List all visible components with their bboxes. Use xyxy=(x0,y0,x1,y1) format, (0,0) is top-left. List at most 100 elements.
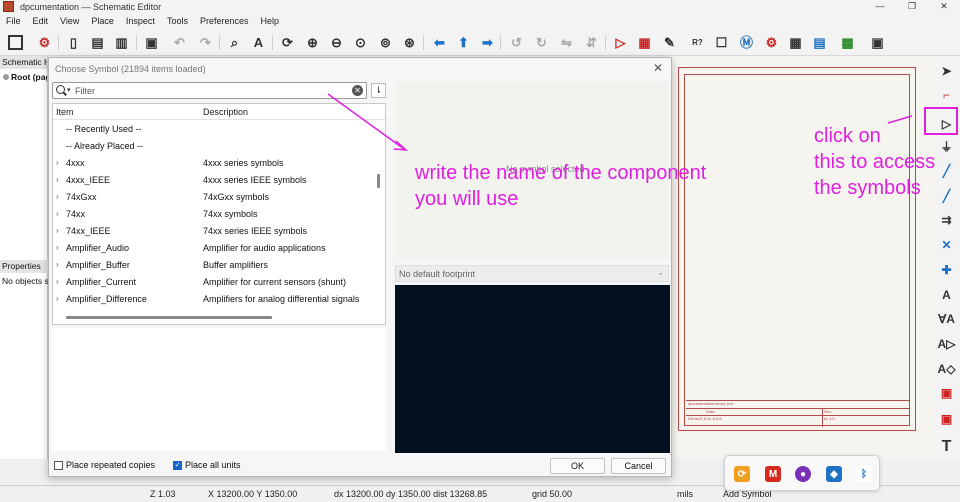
table-icon[interactable]: ▦ xyxy=(786,33,805,52)
clear-filter-icon[interactable]: ✕ xyxy=(352,85,363,96)
tree-row[interactable]: › Amplifier_Current Amplifier for curren… xyxy=(53,274,375,291)
footprint-select[interactable]: No default footprint ⌄ xyxy=(395,265,669,282)
minimize-button[interactable]: — xyxy=(864,0,896,13)
find-icon[interactable]: ⌕ xyxy=(225,33,244,52)
rotate-ccw-icon[interactable]: ↺ xyxy=(507,33,526,52)
menu-tools[interactable]: Tools xyxy=(161,16,194,26)
highlight-net-icon[interactable]: ⌐ xyxy=(936,84,957,105)
maximize-button[interactable]: ❐ xyxy=(896,0,928,13)
color-app-icon[interactable]: ● xyxy=(795,466,811,482)
expand-chevron-icon[interactable]: › xyxy=(56,294,59,303)
menu-file[interactable]: File xyxy=(0,16,27,26)
print-icon[interactable]: ▤ xyxy=(88,33,107,52)
tree-row[interactable]: -- Recently Used -- xyxy=(53,121,375,138)
tree-row[interactable]: › Amplifier_Audio Amplifier for audio ap… xyxy=(53,240,375,257)
bluetooth-icon[interactable]: ᛒ xyxy=(856,466,872,482)
import-sheet-icon[interactable]: ▣ xyxy=(936,408,957,429)
expand-chevron-icon[interactable]: › xyxy=(56,209,59,218)
paste-icon[interactable]: ▣ xyxy=(142,33,161,52)
new-page-icon[interactable]: ▯ xyxy=(64,33,83,52)
search-options-caret-icon[interactable]: ▾ xyxy=(67,86,71,94)
zoom-selection-icon[interactable]: ⊛ xyxy=(400,33,419,52)
scripting-console-icon[interactable]: ▣ xyxy=(868,33,887,52)
hierarchical-label-icon[interactable]: A▷ xyxy=(936,333,957,354)
symbol-editor-icon[interactable]: ▷ xyxy=(611,33,630,52)
add-text-icon[interactable]: T xyxy=(936,436,957,457)
bom-icon[interactable]: Ⓜ xyxy=(737,33,756,52)
expand-chevron-icon[interactable]: › xyxy=(56,226,59,235)
sort-options-icon[interactable]: ⇂ xyxy=(371,83,386,98)
save-icon[interactable] xyxy=(6,33,25,52)
erc-icon[interactable]: R? xyxy=(688,33,707,52)
tree-row[interactable]: › 74xGxx 74xGxx symbols xyxy=(53,189,375,206)
tree-row[interactable]: › Amplifier_Buffer Buffer amplifiers xyxy=(53,257,375,274)
annotate-icon[interactable]: ✎ xyxy=(660,33,679,52)
tree-row[interactable]: › 4xxx_IEEE 4xxx series IEEE symbols xyxy=(53,172,375,189)
expand-chevron-icon[interactable]: › xyxy=(56,175,59,184)
tree-row[interactable]: › 74xx_IEEE 74xx series IEEE symbols xyxy=(53,223,375,240)
schematic-canvas[interactable]: dpcumentation.kicad_sch Date: Rev: KiCad… xyxy=(670,56,933,459)
expand-chevron-icon[interactable]: › xyxy=(56,277,59,286)
junction-icon[interactable]: ✚ xyxy=(936,259,957,280)
global-label-icon[interactable]: ⱯA xyxy=(936,308,957,329)
menu-view[interactable]: View xyxy=(54,16,85,26)
no-connect-icon[interactable]: ✕ xyxy=(936,234,957,255)
menu-inspect[interactable]: Inspect xyxy=(120,16,161,26)
ok-button[interactable]: OK xyxy=(550,458,605,474)
security-shield-icon[interactable]: ◆ xyxy=(826,466,842,482)
refresh-icon[interactable]: ⟳ xyxy=(278,33,297,52)
zoom-out-icon[interactable]: ⊖ xyxy=(327,33,346,52)
expand-chevron-icon[interactable]: › xyxy=(56,243,59,252)
tree-row[interactable]: › 74xx 74xx symbols xyxy=(53,206,375,223)
rotate-cw-icon[interactable]: ↻ xyxy=(532,33,551,52)
expand-chevron-icon[interactable]: › xyxy=(56,192,59,201)
tree-row[interactable]: › 4xxx 4xxx series symbols xyxy=(53,155,375,172)
dialog-close-icon[interactable]: ✕ xyxy=(653,61,663,75)
checkbox-checked[interactable]: ✓ xyxy=(173,460,182,470)
checkbox-unchecked[interactable] xyxy=(54,460,63,470)
mirror-h-icon[interactable]: ⇋ xyxy=(557,33,576,52)
plot-icon[interactable]: ▥ xyxy=(112,33,131,52)
find-replace-icon[interactable]: A xyxy=(249,33,268,52)
place-repeated-checkbox[interactable]: Place repeated copies xyxy=(54,460,155,470)
net-label-icon[interactable]: A xyxy=(936,284,957,305)
column-item[interactable]: Item xyxy=(56,107,74,117)
mirror-v-icon[interactable]: ⇵ xyxy=(582,33,601,52)
expand-chevron-icon[interactable]: › xyxy=(56,158,59,167)
menu-place[interactable]: Place xyxy=(85,16,120,26)
filter-input[interactable] xyxy=(75,84,335,97)
navigate-forward-icon[interactable]: ➡ xyxy=(478,33,497,52)
navigate-back-icon[interactable]: ⬅ xyxy=(430,33,449,52)
netlist-icon[interactable]: ⚙ xyxy=(762,33,781,52)
bom-export-icon[interactable]: ▤ xyxy=(810,33,829,52)
add-wire-icon[interactable]: ╱ xyxy=(936,160,957,181)
menu-help[interactable]: Help xyxy=(254,16,285,26)
add-sheet-icon[interactable]: ▣ xyxy=(936,382,957,403)
select-arrow-icon[interactable]: ➤ xyxy=(936,60,957,81)
add-power-icon[interactable]: ⏚ xyxy=(936,136,957,157)
tree-row[interactable]: -- Already Placed -- xyxy=(53,138,375,155)
sync-icon[interactable]: ⟳ xyxy=(734,466,750,482)
mcafee-icon[interactable]: M xyxy=(765,466,781,482)
menu-preferences[interactable]: Preferences xyxy=(194,16,255,26)
schematic-setup-icon[interactable]: ⚙ xyxy=(35,33,54,52)
zoom-fit-icon[interactable]: ⊙ xyxy=(351,33,370,52)
undo-icon[interactable]: ↶ xyxy=(170,33,189,52)
symbol-browser-icon[interactable]: ▦ xyxy=(635,33,654,52)
root-sheet-item[interactable]: Root (page 1) xyxy=(0,69,47,82)
column-description[interactable]: Description xyxy=(203,107,248,117)
footprint-assign-icon[interactable]: ☐ xyxy=(712,33,731,52)
menu-edit[interactable]: Edit xyxy=(27,16,55,26)
add-bus-icon[interactable]: ╱ xyxy=(936,185,957,206)
cancel-button[interactable]: Cancel xyxy=(611,458,666,474)
navigate-up-icon[interactable]: ⬆ xyxy=(454,33,473,52)
tree-horizontal-scrollbar[interactable] xyxy=(66,316,272,319)
redo-icon[interactable]: ↷ xyxy=(196,33,215,52)
tree-row[interactable]: › Amplifier_Difference Amplifiers for an… xyxy=(53,291,375,308)
place-all-units-checkbox[interactable]: ✓ Place all units xyxy=(173,460,241,470)
zoom-in-icon[interactable]: ⊕ xyxy=(303,33,322,52)
tree-vertical-scrollbar[interactable] xyxy=(377,174,380,188)
zoom-objects-icon[interactable]: ⊚ xyxy=(376,33,395,52)
close-window-button[interactable]: ✕ xyxy=(928,0,960,13)
hier-pin-icon[interactable]: A◇ xyxy=(936,358,957,379)
